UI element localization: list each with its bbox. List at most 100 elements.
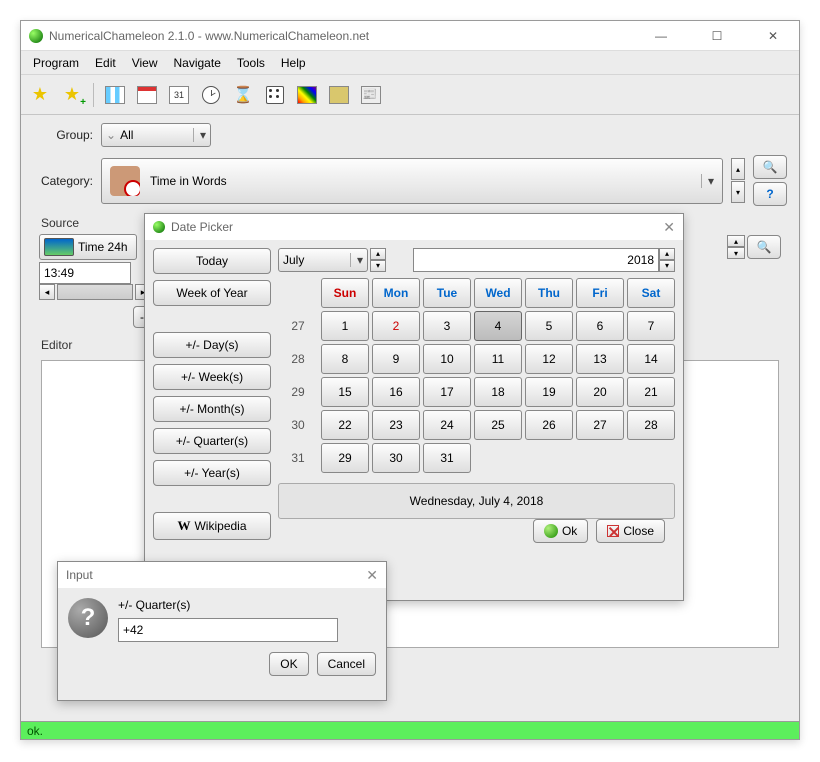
calendar-day[interactable]: 24 bbox=[423, 410, 471, 440]
menu-help[interactable]: Help bbox=[275, 53, 312, 73]
filter-icon: ⌄ bbox=[106, 128, 116, 142]
calendar-day[interactable]: 1 bbox=[321, 311, 369, 341]
year-spinner: ▴ ▾ bbox=[659, 248, 675, 272]
spinner-up[interactable]: ▴ bbox=[370, 248, 386, 260]
dice-icon[interactable] bbox=[264, 84, 286, 106]
clock-icon[interactable] bbox=[200, 84, 222, 106]
calendar-day[interactable]: 23 bbox=[372, 410, 420, 440]
datepicker-body: Today Week of Year +/- Day(s) +/- Week(s… bbox=[145, 240, 683, 561]
datepicker-dialog: Date Picker ✕ Today Week of Year +/- Day… bbox=[144, 213, 684, 601]
source-format-combo[interactable]: Time 24h bbox=[39, 234, 137, 260]
search-source-button[interactable]: 🔍 bbox=[747, 235, 781, 259]
calendar-day[interactable]: 9 bbox=[372, 344, 420, 374]
spinner-up[interactable]: ▴ bbox=[731, 158, 745, 180]
spinner-up[interactable]: ▴ bbox=[727, 235, 745, 247]
close-button[interactable]: Close bbox=[596, 519, 665, 543]
day-header: Tue bbox=[423, 278, 471, 308]
calendar-day[interactable]: 4 bbox=[474, 311, 522, 341]
hourglass-icon[interactable]: ⌛ bbox=[232, 84, 254, 106]
calendar-day[interactable]: 22 bbox=[321, 410, 369, 440]
search-category-button[interactable]: 🔍 bbox=[753, 155, 787, 179]
spinner-down[interactable]: ▾ bbox=[727, 247, 745, 259]
calendar-day[interactable]: 2 bbox=[372, 311, 420, 341]
calendar-day[interactable]: 12 bbox=[525, 344, 573, 374]
calendar-day[interactable]: 25 bbox=[474, 410, 522, 440]
menu-view[interactable]: View bbox=[126, 53, 164, 73]
category-combo[interactable]: Time in Words ▾ bbox=[101, 158, 723, 204]
ok-icon bbox=[544, 524, 558, 538]
calendar-day[interactable]: 6 bbox=[576, 311, 624, 341]
plusminus-weeks-button[interactable]: +/- Week(s) bbox=[153, 364, 271, 390]
world-icon bbox=[44, 238, 74, 256]
calendar-day[interactable]: 8 bbox=[321, 344, 369, 374]
spinner-down[interactable]: ▾ bbox=[370, 260, 386, 272]
plusminus-days-button[interactable]: +/- Day(s) bbox=[153, 332, 271, 358]
plusminus-years-button[interactable]: +/- Year(s) bbox=[153, 460, 271, 486]
close-button[interactable]: ✕ bbox=[755, 25, 791, 47]
calendar-day[interactable]: 19 bbox=[525, 377, 573, 407]
today-button[interactable]: Today bbox=[153, 248, 271, 274]
group-combo[interactable]: ⌄ All ▾ bbox=[101, 123, 211, 147]
help-category-button[interactable]: ? bbox=[753, 182, 787, 206]
paste-icon[interactable] bbox=[328, 84, 350, 106]
datepicker-close-icon[interactable]: ✕ bbox=[663, 219, 675, 236]
calendar-day[interactable]: 15 bbox=[321, 377, 369, 407]
calendar-day[interactable]: 30 bbox=[372, 443, 420, 473]
input-close-icon[interactable]: ✕ bbox=[366, 567, 378, 584]
favorite-icon[interactable]: ★ bbox=[29, 84, 51, 106]
spinner-up[interactable]: ▴ bbox=[659, 248, 675, 260]
calendar-day[interactable]: 29 bbox=[321, 443, 369, 473]
calendar-day[interactable]: 20 bbox=[576, 377, 624, 407]
day31-icon[interactable]: 31 bbox=[168, 84, 190, 106]
calendar-day[interactable]: 14 bbox=[627, 344, 675, 374]
source-value-input[interactable] bbox=[39, 262, 131, 284]
menu-navigate[interactable]: Navigate bbox=[168, 53, 227, 73]
datepicker-title: Date Picker bbox=[171, 220, 233, 234]
calendar-day[interactable]: 5 bbox=[525, 311, 573, 341]
spinner-down[interactable]: ▾ bbox=[659, 260, 675, 272]
news-icon[interactable]: 📰 bbox=[360, 84, 382, 106]
input-value-field[interactable] bbox=[118, 618, 338, 642]
calendar-day[interactable]: 28 bbox=[627, 410, 675, 440]
titlebar: NumericalChameleon 2.1.0 - www.Numerical… bbox=[21, 21, 799, 51]
category-label: Category: bbox=[33, 174, 93, 188]
calendar-day[interactable]: 7 bbox=[627, 311, 675, 341]
weekofyear-button[interactable]: Week of Year bbox=[153, 280, 271, 306]
table-icon[interactable] bbox=[104, 84, 126, 106]
menu-edit[interactable]: Edit bbox=[89, 53, 122, 73]
scroll-left[interactable]: ◂ bbox=[39, 284, 55, 300]
input-cancel-button[interactable]: Cancel bbox=[317, 652, 376, 676]
minimize-button[interactable]: — bbox=[643, 25, 679, 47]
status-text: ok. bbox=[27, 724, 43, 738]
calendar-day[interactable]: 18 bbox=[474, 377, 522, 407]
selected-date-display: Wednesday, July 4, 2018 bbox=[278, 483, 675, 519]
maximize-button[interactable]: ☐ bbox=[699, 25, 735, 47]
menu-program[interactable]: Program bbox=[27, 53, 85, 73]
wikipedia-icon: W bbox=[177, 518, 190, 534]
color-icon[interactable] bbox=[296, 84, 318, 106]
group-row: Group: ⌄ All ▾ bbox=[33, 123, 787, 147]
plusminus-months-button[interactable]: +/- Month(s) bbox=[153, 396, 271, 422]
input-ok-button[interactable]: OK bbox=[269, 652, 308, 676]
menu-tools[interactable]: Tools bbox=[231, 53, 271, 73]
calendar-day[interactable]: 21 bbox=[627, 377, 675, 407]
plusminus-quarters-button[interactable]: +/- Quarter(s) bbox=[153, 428, 271, 454]
add-favorite-icon[interactable]: ★ bbox=[61, 84, 83, 106]
calendar-day[interactable]: 26 bbox=[525, 410, 573, 440]
wikipedia-button[interactable]: WWikipedia bbox=[153, 512, 271, 540]
scrollbar-track[interactable] bbox=[57, 284, 133, 300]
month-combo[interactable]: July ▾ bbox=[278, 248, 368, 272]
calendar-day[interactable]: 27 bbox=[576, 410, 624, 440]
calendar-icon[interactable] bbox=[136, 84, 158, 106]
time-words-icon bbox=[110, 166, 140, 196]
calendar-day[interactable]: 10 bbox=[423, 344, 471, 374]
calendar-day[interactable]: 31 bbox=[423, 443, 471, 473]
calendar-day[interactable]: 16 bbox=[372, 377, 420, 407]
calendar-day[interactable]: 17 bbox=[423, 377, 471, 407]
year-input[interactable]: 2018 bbox=[413, 248, 659, 272]
ok-button[interactable]: Ok bbox=[533, 519, 588, 543]
calendar-day[interactable]: 3 bbox=[423, 311, 471, 341]
spinner-down[interactable]: ▾ bbox=[731, 181, 745, 203]
calendar-day[interactable]: 13 bbox=[576, 344, 624, 374]
calendar-day[interactable]: 11 bbox=[474, 344, 522, 374]
